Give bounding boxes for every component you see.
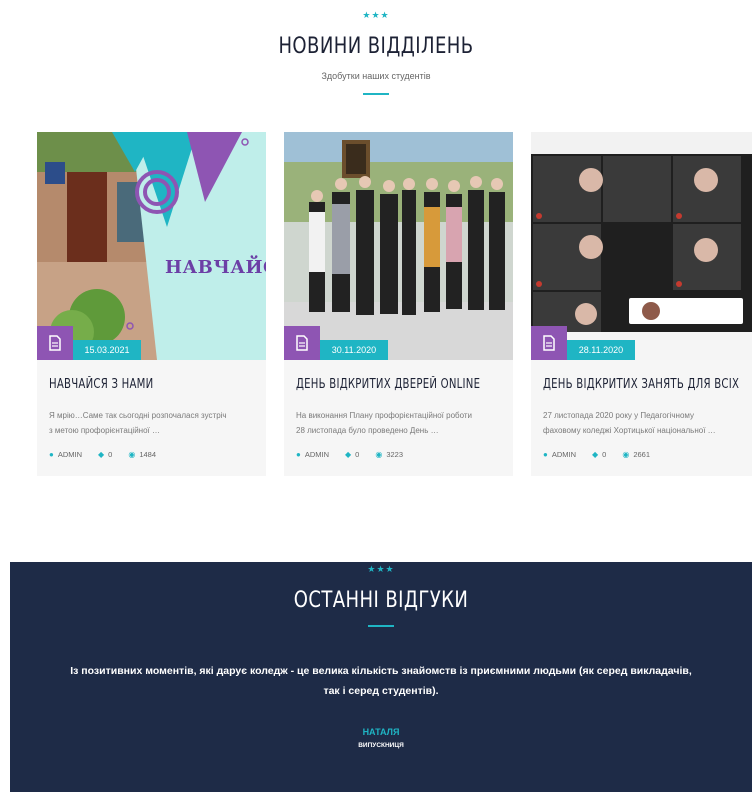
date-badge: 15.03.2021 (73, 340, 141, 360)
comments-count[interactable]: 0 (602, 450, 606, 459)
news-card-excerpt: 27 листопада 2020 року у Педагогічному ф… (543, 408, 748, 438)
author-label[interactable]: ADMIN (552, 450, 576, 459)
reviewer-role: ВИПУСКНИЦЯ (358, 742, 404, 749)
news-section-subtitle: Здобутки наших студентів (321, 71, 431, 81)
news-card-title[interactable]: ДЕНЬ ВІДКРИТИХ ЗАНЯТЬ ДЛЯ ВСІХ (543, 377, 739, 392)
news-card-meta: ● ADMIN ◆ 0 ◉ 1484 (49, 450, 156, 459)
news-card[interactable]: 28.11.2020 ДЕНЬ ВІДКРИТИХ ЗАНЯТЬ ДЛЯ ВСІ… (531, 132, 752, 476)
views-count: 2661 (633, 450, 651, 459)
views-count: 1484 (139, 450, 157, 459)
comment-icon: ◆ (592, 450, 599, 459)
document-icon (37, 326, 73, 360)
news-section-title: НОВИНИ ВІДДІЛЕНЬ (278, 34, 474, 59)
comment-icon: ◆ (98, 450, 105, 459)
user-icon: ● (49, 450, 54, 459)
news-card-meta: ● ADMIN ◆ 0 ◉ 2661 (543, 450, 650, 459)
news-section: ★★★ НОВИНИ ВІДДІЛЕНЬ Здобутки наших студ… (0, 0, 752, 562)
document-icon (284, 326, 320, 360)
comments-count[interactable]: 0 (108, 450, 112, 459)
news-card-image-text: НАВЧАЙС (165, 257, 266, 278)
stars-decoration: ★★★ (367, 564, 395, 574)
eye-icon: ◉ (375, 450, 383, 459)
news-card-title[interactable]: ДЕНЬ ВІДКРИТИХ ДВЕРЕЙ ONLINE (296, 377, 480, 392)
eye-icon: ◉ (128, 450, 136, 459)
reviews-section-title: ОСТАННІ ВІДГУКИ (293, 588, 469, 613)
reviewer-name: НАТАЛЯ (362, 727, 400, 737)
news-card-title[interactable]: НАВЧАЙСЯ З НАМИ (49, 377, 153, 392)
document-icon (531, 326, 567, 360)
review-quote: Із позитивних моментів, які дарує коледж… (70, 665, 692, 697)
author-label[interactable]: ADMIN (305, 450, 329, 459)
date-badge: 30.11.2020 (320, 340, 388, 360)
views-count: 3223 (386, 450, 404, 459)
excerpt-line: фаховому коледжі Хортицької національної… (543, 426, 716, 435)
excerpt-line: Я мрію…Саме так сьогодні розпочалася зус… (49, 411, 227, 420)
user-icon: ● (296, 450, 301, 459)
comment-icon: ◆ (345, 450, 352, 459)
news-card-excerpt: Я мрію…Саме так сьогодні розпочалася зус… (49, 408, 259, 438)
title-divider (363, 93, 389, 95)
excerpt-line: 27 листопада 2020 року у Педагогічному (543, 411, 695, 420)
stars-decoration: ★★★ (362, 10, 390, 20)
news-card[interactable]: НАВЧАЙС 15.03.2021 НАВЧАЙСЯ З НАМИ Я мрі… (37, 132, 266, 476)
date-badge: 28.11.2020 (567, 340, 635, 360)
excerpt-line: 28 листопада було проведено День … (296, 426, 439, 435)
eye-icon: ◉ (622, 450, 630, 459)
title-divider (368, 625, 394, 627)
news-card-meta: ● ADMIN ◆ 0 ◉ 3223 (296, 450, 403, 459)
author-label[interactable]: ADMIN (58, 450, 82, 459)
excerpt-line: з метою профорієнтаційної … (49, 426, 160, 435)
news-card-excerpt: На виконання Плану профорієнтаційної роб… (296, 408, 506, 438)
excerpt-line: На виконання Плану профорієнтаційної роб… (296, 411, 473, 420)
comments-count[interactable]: 0 (355, 450, 359, 459)
user-icon: ● (543, 450, 548, 459)
reviews-section: ★★★ ОСТАННІ ВІДГУКИ Із позитивних момент… (10, 562, 752, 792)
news-card[interactable]: 30.11.2020 ДЕНЬ ВІДКРИТИХ ДВЕРЕЙ ONLINE … (284, 132, 513, 476)
